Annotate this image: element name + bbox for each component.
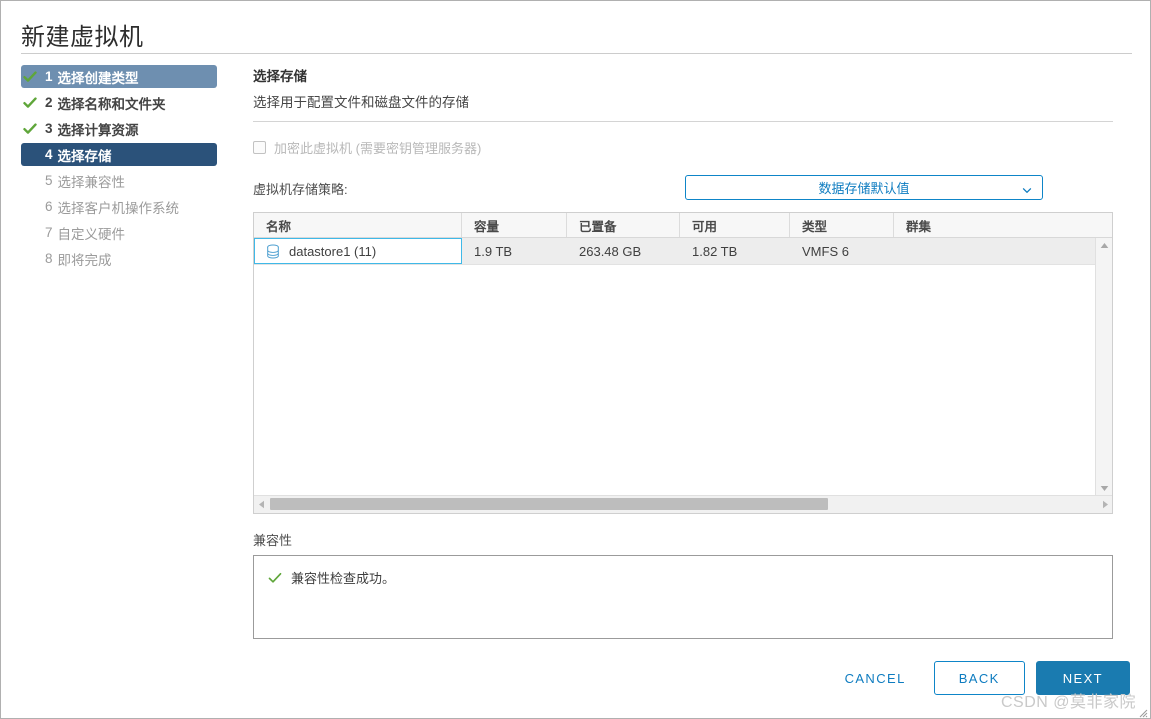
back-button[interactable]: BACK: [933, 661, 1025, 695]
vm-storage-policy-select[interactable]: 数据存储默认值: [685, 175, 1043, 200]
datastore-provisioned-cell: 263.48 GB: [579, 243, 642, 259]
wizard-footer: CANCEL BACK NEXT: [827, 661, 1130, 695]
table-vertical-scrollbar[interactable]: [1095, 238, 1112, 496]
compatibility-message: 兼容性检查成功。: [291, 571, 396, 586]
datastore-name-label: datastore1 (11): [289, 243, 377, 259]
sidebar-step-2-label: 选择名称和文件夹: [57, 96, 166, 112]
sidebar-step-1-number: 1: [45, 69, 53, 84]
datastore-name-cell[interactable]: datastore1 (11): [254, 238, 462, 264]
datastore-type-cell: VMFS 6: [802, 243, 849, 259]
column-header-cluster[interactable]: 群集: [894, 213, 1098, 237]
sidebar-step-7[interactable]: 7 自定义硬件: [21, 221, 241, 244]
datastore-table-header: 名称 容量 已置备 可用 类型 群集: [254, 213, 1112, 238]
scroll-right-arrow-icon[interactable]: [1098, 496, 1112, 513]
sidebar-step-6-number: 6: [45, 199, 53, 214]
datastore-table: 名称 容量 已置备 可用 类型 群集 datastore1 (11) 1.9 T…: [253, 212, 1113, 514]
datastore-cluster-cell: [894, 238, 1098, 264]
step-complete-check-icon: [23, 96, 37, 110]
sidebar-step-6-label: 选择客户机操作系统: [57, 200, 180, 216]
window-resize-grip[interactable]: [1138, 706, 1148, 718]
compatibility-box: 兼容性检查成功。: [253, 555, 1113, 639]
datastore-free-cell: 1.82 TB: [692, 243, 738, 259]
select-storage-pane: 选择存储 选择用于配置文件和磁盘文件的存储 加密此虚拟机 (需要密钥管理服务器)…: [253, 65, 1113, 639]
scroll-down-arrow-icon[interactable]: [1096, 481, 1112, 496]
sidebar-step-3-label: 选择计算资源: [57, 122, 139, 138]
sidebar-step-4-number: 4: [45, 147, 53, 162]
datastore-icon: [266, 244, 280, 259]
vm-storage-policy-value: 数据存储默认值: [818, 181, 910, 196]
scroll-up-arrow-icon[interactable]: [1096, 238, 1112, 253]
sidebar-step-2-number: 2: [45, 95, 53, 110]
page-title: 选择存储: [253, 69, 307, 84]
column-header-capacity[interactable]: 容量: [462, 213, 567, 237]
table-horizontal-scrollbar[interactable]: [254, 495, 1112, 513]
title-divider: [21, 53, 1132, 54]
sidebar-step-4-label: 选择存储: [57, 148, 112, 164]
cancel-button[interactable]: CANCEL: [827, 661, 924, 695]
sidebar-step-3-number: 3: [45, 121, 53, 136]
sidebar-step-5[interactable]: 5 选择兼容性: [21, 169, 241, 192]
horizontal-scroll-track[interactable]: [268, 496, 1098, 513]
sidebar-step-6[interactable]: 6 选择客户机操作系统: [21, 195, 241, 218]
horizontal-scroll-thumb[interactable]: [270, 498, 828, 510]
sidebar-step-3[interactable]: 3 选择计算资源: [21, 117, 241, 140]
datastore-capacity-cell: 1.9 TB: [474, 243, 513, 259]
page-subtitle: 选择用于配置文件和磁盘文件的存储: [253, 95, 469, 110]
table-row[interactable]: datastore1 (11) 1.9 TB 263.48 GB 1.82 TB…: [254, 238, 1112, 265]
sidebar-step-7-number: 7: [45, 225, 53, 240]
encrypt-vm-checkbox: [253, 140, 266, 154]
new-vm-wizard-window: 新建虚拟机 1 选择创建类型 2 选择名称和文件夹 3 选择计算资源 4 选择存…: [0, 0, 1151, 719]
sidebar-step-1-label: 选择创建类型: [57, 70, 139, 86]
datastore-table-body: datastore1 (11) 1.9 TB 263.48 GB 1.82 TB…: [254, 238, 1112, 265]
sidebar-step-5-label: 选择兼容性: [57, 174, 126, 190]
sidebar-step-7-label: 自定义硬件: [57, 226, 126, 242]
column-header-provisioned[interactable]: 已置备: [567, 213, 680, 237]
wizard-title: 新建虚拟机: [21, 24, 144, 51]
sidebar-step-5-number: 5: [45, 173, 53, 188]
chevron-down-icon: [1022, 183, 1032, 193]
compatibility-message-row: 兼容性检查成功。: [268, 568, 1098, 587]
encrypt-vm-row: 加密此虚拟机 (需要密钥管理服务器): [253, 138, 1113, 156]
sidebar-step-1[interactable]: 1 选择创建类型: [21, 65, 217, 88]
vm-storage-policy-row: 虚拟机存储策略: 数据存储默认值: [253, 175, 1113, 201]
pane-divider: [253, 121, 1113, 122]
column-header-free[interactable]: 可用: [680, 213, 790, 237]
sidebar-step-4[interactable]: 4 选择存储: [21, 143, 217, 166]
wizard-steps-sidebar: 1 选择创建类型 2 选择名称和文件夹 3 选择计算资源 4 选择存储 5 选择…: [21, 65, 241, 273]
step-complete-check-icon: [23, 70, 37, 84]
column-header-type[interactable]: 类型: [790, 213, 894, 237]
sidebar-step-8-label: 即将完成: [57, 252, 112, 268]
scroll-left-arrow-icon[interactable]: [254, 496, 268, 513]
column-header-name[interactable]: 名称: [254, 213, 462, 237]
encrypt-vm-label: 加密此虚拟机 (需要密钥管理服务器): [274, 140, 482, 156]
next-button[interactable]: NEXT: [1035, 661, 1130, 695]
step-complete-check-icon: [23, 122, 37, 136]
compatibility-label: 兼容性: [253, 533, 293, 548]
sidebar-step-8[interactable]: 8 即将完成: [21, 247, 241, 270]
sidebar-step-2[interactable]: 2 选择名称和文件夹: [21, 91, 241, 114]
vm-storage-policy-label: 虚拟机存储策略:: [253, 182, 348, 197]
check-icon: [268, 571, 282, 585]
sidebar-step-8-number: 8: [45, 251, 53, 266]
